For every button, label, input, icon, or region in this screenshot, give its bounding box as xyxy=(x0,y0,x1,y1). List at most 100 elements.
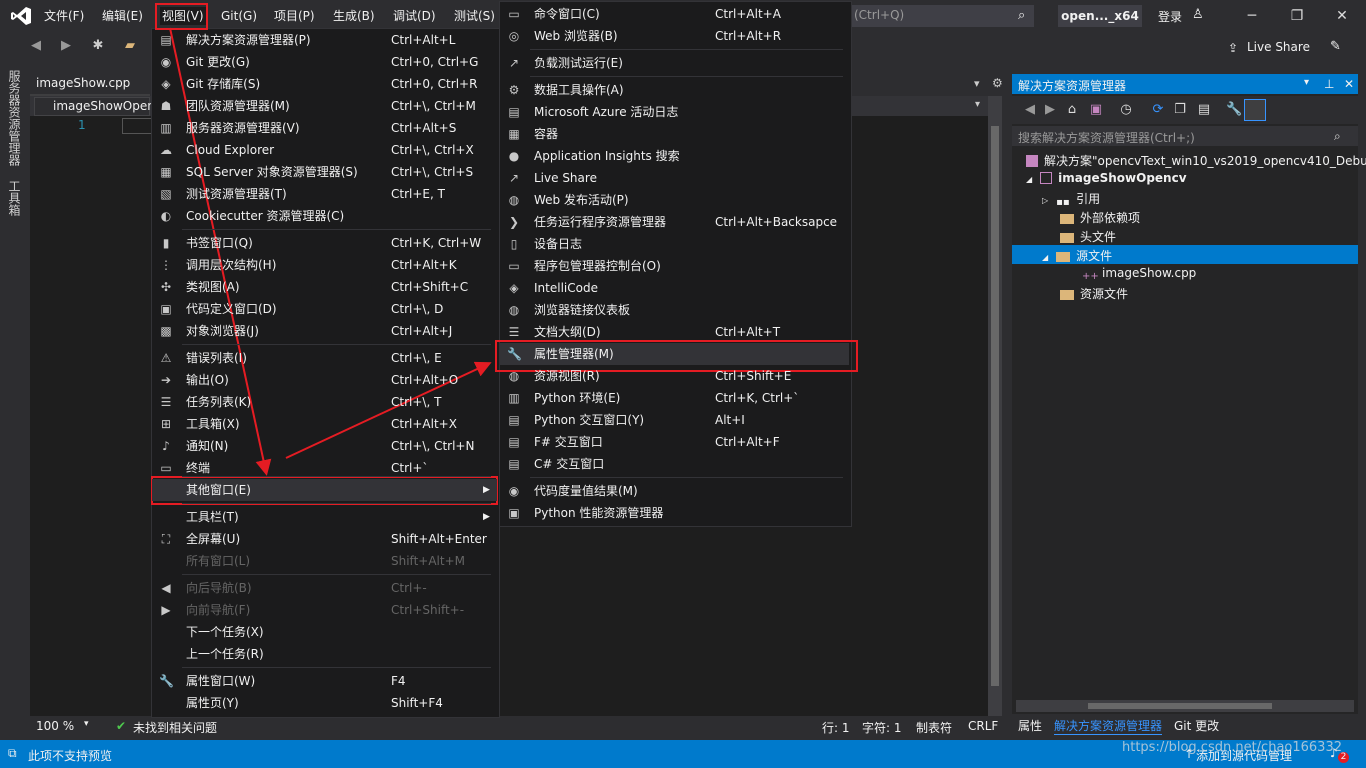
menu-separator xyxy=(182,667,491,668)
menu-item-shortcut: Ctrl+\, Ctrl+N xyxy=(391,439,475,453)
menu-item-label: F# 交互窗口 xyxy=(534,435,603,449)
view-menu-item[interactable]: ◈ Git 存储库(S) Ctrl+0, Ctrl+R xyxy=(152,73,497,95)
other-windows-menu-item[interactable]: ↗ Live Share xyxy=(500,167,849,189)
view-menu-item[interactable]: ◐ Cookiecutter 资源管理器(C) xyxy=(152,205,497,227)
menu-item-label: 浏览器链接仪表板 xyxy=(534,303,631,317)
python-env-icon: ▥ xyxy=(508,391,520,405)
view-menu-item[interactable]: 上一个任务(R) xyxy=(152,643,497,665)
other-windows-menu-item[interactable]: ◈ IntelliCode xyxy=(500,277,849,299)
other-windows-menu-item[interactable]: ◍ 浏览器链接仪表板 xyxy=(500,299,849,321)
other-windows-menu-item[interactable]: ▥ Python 环境(E) Ctrl+K, Ctrl+` xyxy=(500,387,849,409)
class-view-icon: ✣ xyxy=(160,280,172,294)
menu-item-label: 向前导航(F) xyxy=(186,603,251,617)
submenu-arrow-icon: ▶ xyxy=(483,485,490,495)
view-menu-item[interactable]: ☗ 团队资源管理器(M) Ctrl+\, Ctrl+M xyxy=(152,95,497,117)
menu-item-label: 工具箱(X) xyxy=(186,417,240,431)
other-windows-menu-item[interactable]: ◎ Web 浏览器(B) Ctrl+Alt+R xyxy=(500,25,849,47)
other-windows-menu-item[interactable]: ↗ 负载测试运行(E) xyxy=(500,52,849,74)
view-menu-item[interactable]: 下一个任务(X) xyxy=(152,621,497,643)
menu-icon-slot xyxy=(159,483,173,497)
view-menu-item[interactable]: 工具栏(T) ▶ xyxy=(152,506,497,528)
console-icon: ▭ xyxy=(508,259,520,273)
menu-icon-slot xyxy=(159,647,173,661)
cloud-icon: ☁ xyxy=(160,143,172,157)
other-windows-menu-item[interactable]: ● Application Insights 搜索 xyxy=(500,145,849,167)
other-windows-menu-item[interactable]: ▣ Python 性能资源管理器 xyxy=(500,502,849,524)
menu-item-shortcut: Ctrl+Alt+T xyxy=(715,325,781,339)
view-menu-item[interactable]: 所有窗口(L) Shift+Alt+M xyxy=(152,550,497,572)
git-changes-icon: ◉ xyxy=(160,55,172,69)
view-menu-item[interactable]: ▧ 测试资源管理器(T) Ctrl+E, T xyxy=(152,183,497,205)
code-definition-icon: ▣ xyxy=(160,302,172,316)
menu-separator xyxy=(182,344,491,345)
other-windows-menu-item[interactable]: ▦ 容器 xyxy=(500,123,849,145)
outline-icon: ☰ xyxy=(508,325,520,339)
other-windows-menu-item[interactable]: ▤ C# 交互窗口 xyxy=(500,453,849,475)
view-menu-item[interactable]: ♪ 通知(N) Ctrl+\, Ctrl+N xyxy=(152,435,497,457)
view-menu-item[interactable]: ▦ SQL Server 对象资源管理器(S) Ctrl+\, Ctrl+S xyxy=(152,161,497,183)
view-menu-item[interactable]: ▤ 解决方案资源管理器(P) Ctrl+Alt+L xyxy=(152,29,497,51)
menu-item-label: 类视图(A) xyxy=(186,280,240,294)
live-share-icon: ↗ xyxy=(508,171,520,185)
other-windows-menu-item[interactable]: ⚙ 数据工具操作(A) xyxy=(500,79,849,101)
view-menu-item[interactable]: ⊞ 工具箱(X) Ctrl+Alt+X xyxy=(152,413,497,435)
view-menu-item[interactable]: ⚠ 错误列表(I) Ctrl+\, E xyxy=(152,347,497,369)
menu-separator xyxy=(530,76,843,77)
menu-item-shortcut: Ctrl+\, E xyxy=(391,351,442,365)
view-menu-item[interactable]: 属性页(Y) Shift+F4 xyxy=(152,692,497,714)
call-hierarchy-icon: ⋮ xyxy=(160,258,172,272)
other-windows-menu-item[interactable]: ▯ 设备日志 xyxy=(500,233,849,255)
other-windows-menu-item[interactable]: ▤ Python 交互窗口(Y) Alt+I xyxy=(500,409,849,431)
browser-link-icon: ◍ xyxy=(508,303,520,317)
view-menu-item[interactable]: ➔ 输出(O) Ctrl+Alt+O xyxy=(152,369,497,391)
view-menu-item[interactable]: 🔧 属性窗口(W) F4 xyxy=(152,670,497,692)
menu-item-label: 调用层次结构(H) xyxy=(186,258,277,272)
menu-icon-slot xyxy=(159,554,173,568)
view-menu-item[interactable]: ⛶ 全屏幕(U) Shift+Alt+Enter xyxy=(152,528,497,550)
other-windows-menu-item[interactable]: ❯ 任务运行程序资源管理器 Ctrl+Alt+Backsapce xyxy=(500,211,849,233)
other-windows-menu-item[interactable]: ◍ Web 发布活动(P) xyxy=(500,189,849,211)
highlight-box-view-menu xyxy=(155,3,208,30)
menu-item-shortcut: Ctrl+K, Ctrl+W xyxy=(391,236,482,250)
view-menu-item[interactable]: ▮ 书签窗口(Q) Ctrl+K, Ctrl+W xyxy=(152,232,497,254)
view-menu-item[interactable]: ▣ 代码定义窗口(D) Ctrl+\, D xyxy=(152,298,497,320)
other-windows-menu-item[interactable]: ◉ 代码度量值结果(M) xyxy=(500,480,849,502)
menu-item-label: 通知(N) xyxy=(186,439,229,453)
other-windows-menu-item[interactable]: ☰ 文档大纲(D) Ctrl+Alt+T xyxy=(500,321,849,343)
other-windows-menu-item[interactable]: ▭ 命令窗口(C) Ctrl+Alt+A xyxy=(500,3,849,25)
view-menu-item[interactable]: ◀ 向后导航(B) Ctrl+- xyxy=(152,577,497,599)
menu-item-label: 工具栏(T) xyxy=(186,510,239,524)
menu-item-shortcut: Ctrl+E, T xyxy=(391,187,445,201)
menu-item-label: 书签窗口(Q) xyxy=(186,236,253,250)
other-windows-menu-item[interactable]: ▤ Microsoft Azure 活动日志 xyxy=(500,101,849,123)
menu-item-label: 属性管理器(M) xyxy=(534,347,614,361)
fullscreen-icon: ⛶ xyxy=(161,532,171,546)
menu-item-shortcut: Ctrl+Alt+Backsapce xyxy=(715,215,838,229)
command-window-icon: ▭ xyxy=(508,7,520,21)
bookmark-icon: ▮ xyxy=(162,236,170,250)
view-menu-item[interactable]: 其他窗口(E) ▶ xyxy=(152,479,497,501)
view-menu-item[interactable]: ▥ 服务器资源管理器(V) Ctrl+Alt+S xyxy=(152,117,497,139)
view-menu-item[interactable]: ▶ 向前导航(F) Ctrl+Shift+- xyxy=(152,599,497,621)
view-menu-item[interactable]: ◉ Git 更改(G) Ctrl+0, Ctrl+G xyxy=(152,51,497,73)
view-menu-item[interactable]: ☰ 任务列表(K) Ctrl+\, T xyxy=(152,391,497,413)
other-windows-menu-item[interactable]: ▭ 程序包管理器控制台(O) xyxy=(500,255,849,277)
menu-item-shortcut: Ctrl+Alt+R xyxy=(715,29,782,43)
menu-item-shortcut: Ctrl+\, Ctrl+M xyxy=(391,99,476,113)
other-windows-menu-item[interactable]: ▤ F# 交互窗口 Ctrl+Alt+F xyxy=(500,431,849,453)
object-browser-icon: ▩ xyxy=(160,324,172,338)
container-icon: ▦ xyxy=(508,127,520,141)
menu-item-shortcut: Ctrl+0, Ctrl+R xyxy=(391,77,478,91)
wrench-icon: 🔧 xyxy=(507,347,522,361)
view-menu-item[interactable]: ▩ 对象浏览器(J) Ctrl+Alt+J xyxy=(152,320,497,342)
menu-item-shortcut: Ctrl+Shift+E xyxy=(715,369,792,383)
terminal-icon: ▭ xyxy=(160,461,172,475)
view-menu-item[interactable]: ✣ 类视图(A) Ctrl+Shift+C xyxy=(152,276,497,298)
view-menu-item[interactable]: ☁ Cloud Explorer Ctrl+\, Ctrl+X xyxy=(152,139,497,161)
toolbox-icon: ⊞ xyxy=(160,417,172,431)
other-windows-menu-item[interactable]: 🔧 属性管理器(M) xyxy=(500,343,849,365)
menu-item-label: 资源视图(R) xyxy=(534,369,600,383)
menu-item-shortcut: Ctrl+Alt+K xyxy=(391,258,457,272)
other-windows-menu-item[interactable]: ◍ 资源视图(R) Ctrl+Shift+E xyxy=(500,365,849,387)
view-menu-item[interactable]: ⋮ 调用层次结构(H) Ctrl+Alt+K xyxy=(152,254,497,276)
